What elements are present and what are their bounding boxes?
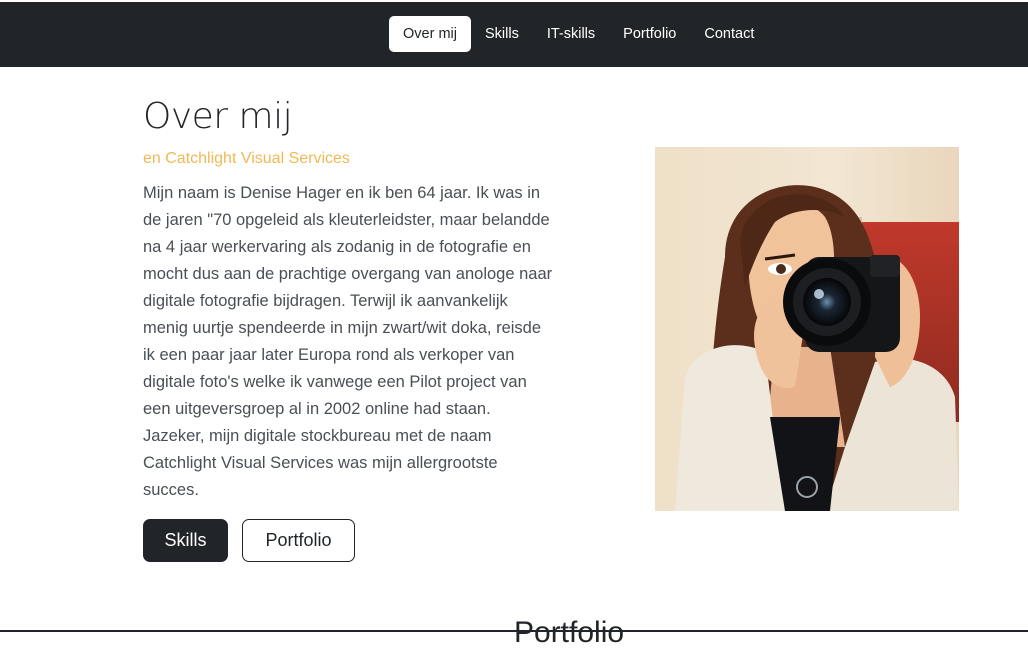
page-title: Over mij bbox=[143, 96, 293, 137]
nav-link-it-skills[interactable]: IT-skills bbox=[533, 16, 609, 52]
nav-link-skills[interactable]: Skills bbox=[471, 16, 533, 52]
nav-link-portfolio[interactable]: Portfolio bbox=[609, 16, 690, 52]
skills-button[interactable]: Skills bbox=[143, 519, 228, 562]
intro-paragraph: Mijn naam is Denise Hager en ik ben 64 j… bbox=[143, 184, 553, 499]
profile-illustration bbox=[655, 147, 959, 511]
nav-link-over-mij[interactable]: Over mij bbox=[389, 16, 471, 52]
nav-links: Over mij Skills IT-skills Portfolio Cont… bbox=[389, 16, 768, 52]
portfolio-section-heading: Portfolio bbox=[514, 616, 625, 649]
nav-link-contact[interactable]: Contact bbox=[690, 16, 768, 52]
navbar: Over mij Skills IT-skills Portfolio Cont… bbox=[0, 2, 1028, 67]
page-subtitle: en Catchlight Visual Services bbox=[143, 150, 350, 167]
portfolio-button[interactable]: Portfolio bbox=[242, 519, 355, 562]
